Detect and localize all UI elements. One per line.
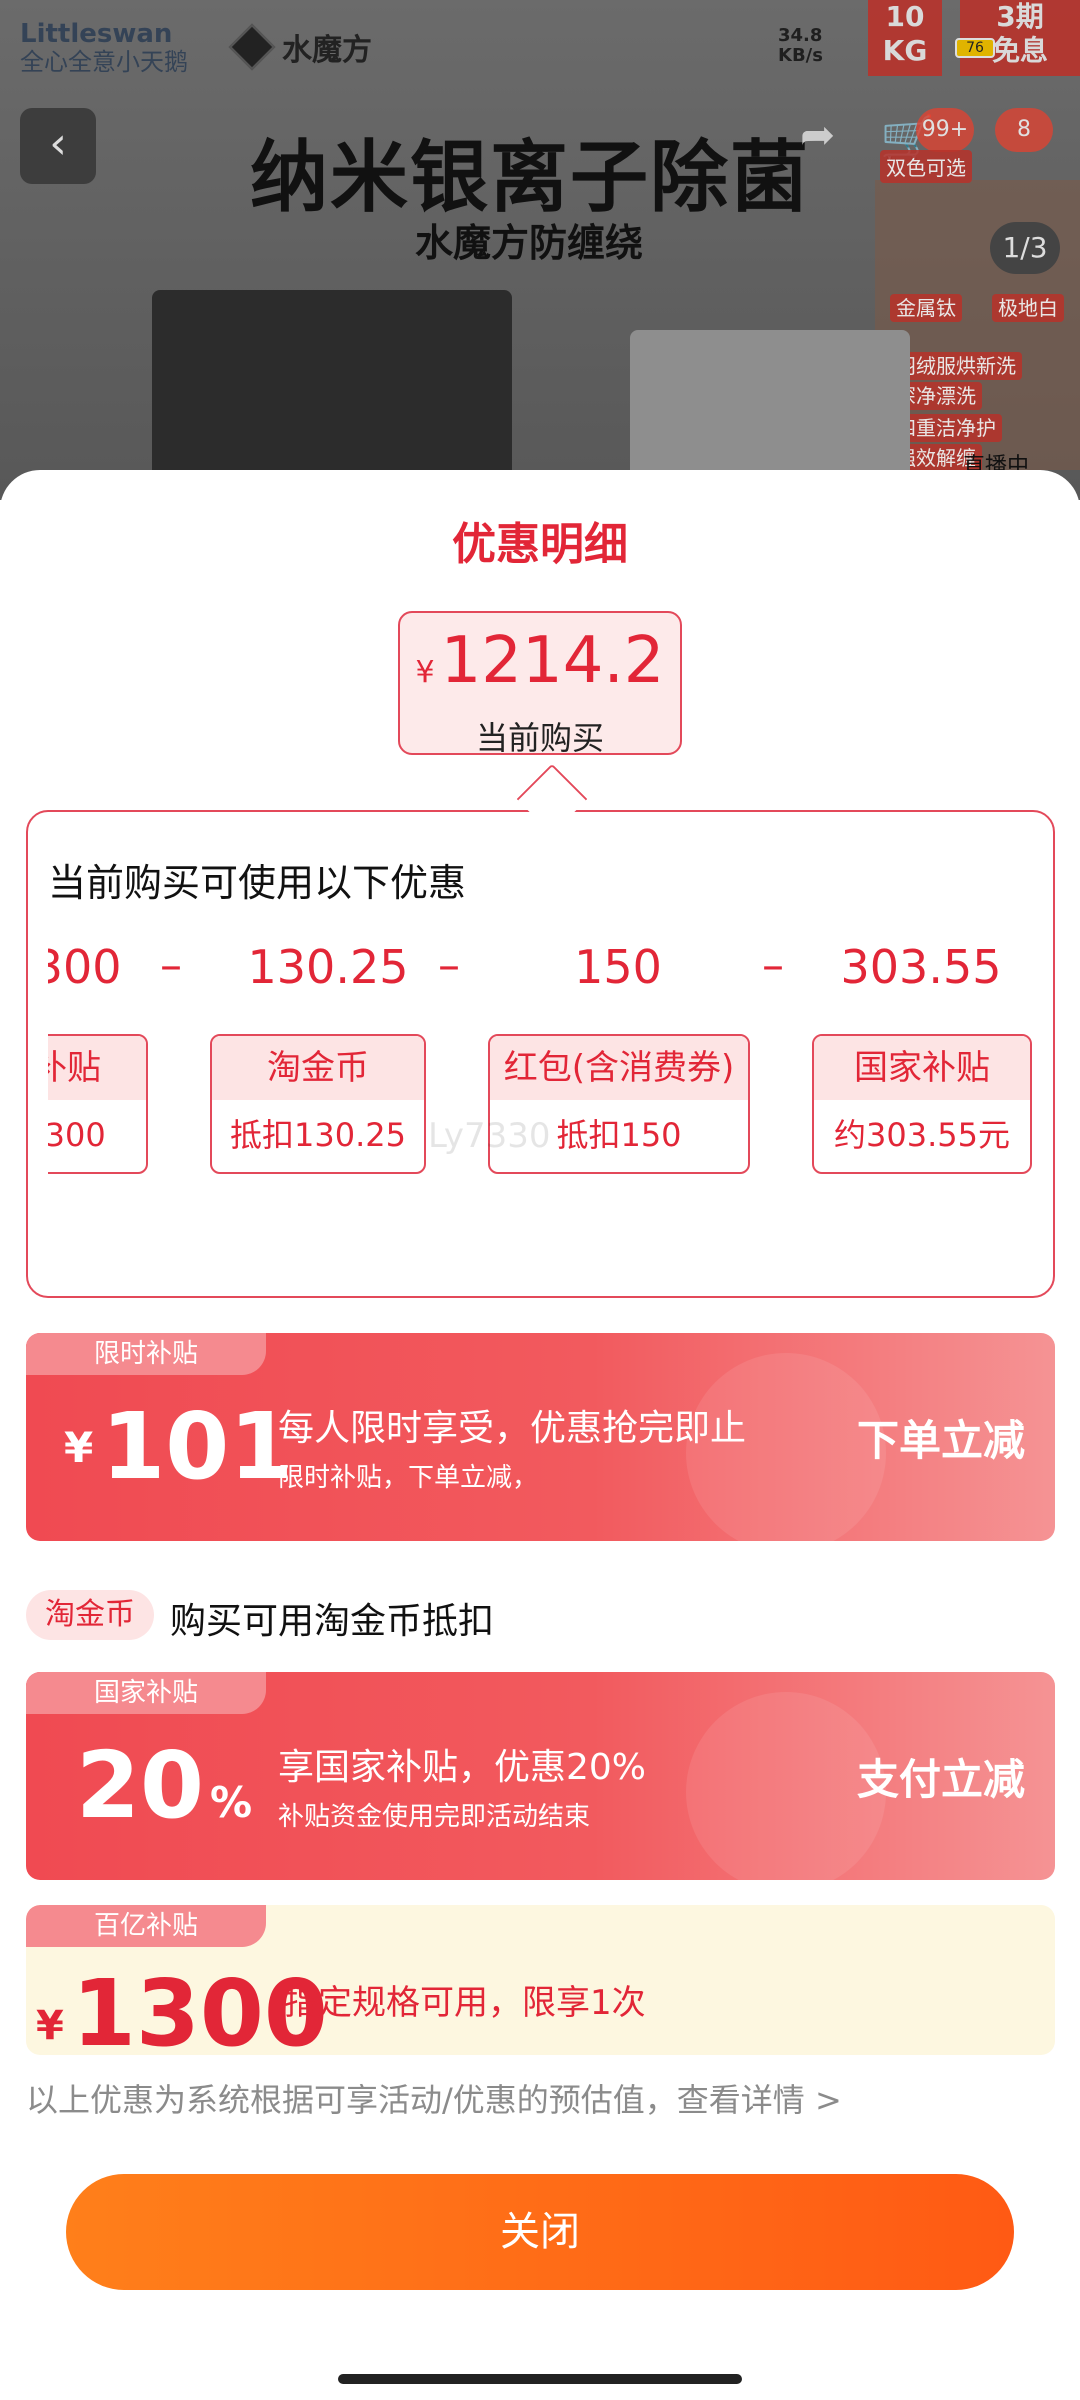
net-speed: 34.8 KB/s [778,25,823,66]
price-label: 当前购买 [475,719,604,757]
taojin-text: 购买可用淘金币抵扣 [170,1601,495,1642]
estimate-note-link[interactable]: 以上优惠为系统根据可享活动/优惠的预估值，查看详情 > [26,2075,842,2121]
discount-label: 国家补贴 [814,1036,1030,1100]
discount-label: 红包(含消费券) [490,1036,748,1100]
subsidy-amount: 20% [76,1732,252,1839]
currency-symbol: ¥ [64,1423,94,1472]
national-subsidy-card: 国家补贴 20% 享国家补贴，优惠20% 补贴资金使用完即活动结束 支付立减 [26,1672,1055,1880]
variant-label-2: 极地白 [992,292,1064,322]
cube-icon [228,23,276,71]
variant-labels: 双色可选 [880,150,972,183]
percent-sign: % [210,1778,253,1827]
back-button[interactable]: ‹ [20,108,96,184]
discount-value: 303.55 [840,940,1002,994]
product-headline: 纳米银离子除菌 [250,133,811,223]
brand-right-label: 水魔方 [282,33,372,68]
minus-sign: – [438,940,460,991]
discount-detail: 约303.55元 [834,1116,1010,1154]
close-button[interactable]: 关闭 [66,2174,1014,2290]
breakdown-title: 当前购买可使用以下优惠 [48,861,467,905]
discount-detail: 立减1300 [48,1116,106,1154]
product-image-dark [152,290,512,500]
discount-value: 150 [574,940,662,994]
card-tag: 国家补贴 [26,1672,266,1714]
card-tag: 限时补贴 [26,1333,266,1375]
discount-detail: 抵扣130.25 [230,1116,406,1154]
side-label: 极地白 [992,294,1064,322]
card-primary-text: 每人限时享受，优惠抢完即止 [278,1408,747,1449]
watermark: Ly7330 [428,1116,551,1156]
battery-icon: 76 [955,38,995,58]
promo-capacity-badge: 10 KG [868,0,942,76]
card-primary-text: 享国家补贴，优惠20% [278,1747,647,1788]
message-badge: 8 [995,108,1053,152]
currency-symbol: ¥ [415,655,435,690]
amount-value: 20 [76,1732,205,1839]
variant-label-1: 金属钛 [890,292,962,322]
card-secondary-text: 补贴资金使用完即活动结束 [278,1802,591,1832]
card-action-label: 支付立减 [856,1755,1025,1804]
side-label: 双色可选 [880,150,972,183]
current-price: ¥1214.2 [400,625,680,709]
card-primary-text: 指定规格可用，限享1次 [284,1983,646,2023]
discount-item-national: 国家补贴 约303.55元 [812,1034,1032,1174]
chevron-left-icon: ‹ [49,118,67,169]
cart-badge: 99+ [916,108,974,152]
discount-scroll-row[interactable]: 1300 百亿补贴 立减1300 – 130.25 淘金币 抵扣130.25 –… [48,940,1048,1180]
minus-sign: – [160,940,182,991]
discount-label: 百亿补贴 [48,1036,146,1100]
product-page-background: Littleswan 全心全意小天鹅 水魔方 34.8 KB/s 10 KG 3… [0,0,1080,500]
amount-value: 101 [101,1393,294,1500]
image-pager: 1/3 [990,222,1060,274]
sheet-title: 优惠明细 [452,519,628,570]
subsidy-amount: ¥101 [64,1393,293,1500]
side-label: 金属钛 [890,294,962,322]
discount-item-taojin: 淘金币 抵扣130.25 [210,1034,426,1174]
share-icon[interactable]: ➦ [800,110,868,178]
card-action-label: 下单立减 [856,1416,1025,1465]
price-value: 1214.2 [440,624,665,698]
discount-item-billion: 百亿补贴 立减1300 [48,1034,148,1174]
card-secondary-text: 限时补贴，下单立减， [278,1463,539,1493]
discount-label: 淘金币 [212,1036,424,1100]
taojin-tag: 淘金币 [26,1590,154,1640]
limited-subsidy-card: 限时补贴 ¥101 每人限时享受，优惠抢完即止 限时补贴，下单立减， 下单立减 [26,1333,1055,1541]
discount-value: 130.25 [247,940,409,994]
brand-slogan: 全心全意小天鹅 [20,48,188,76]
home-indicator[interactable] [338,2374,742,2384]
product-subline: 水魔方防缠绕 [415,221,644,265]
brand-logo-shuimofang: 水魔方 [228,23,372,71]
brand-name: Littleswan [20,19,173,49]
card-tag: 百亿补贴 [26,1905,266,1947]
current-price-box: ¥1214.2 当前购买 [398,611,682,757]
currency-symbol: ¥ [36,2003,64,2049]
billion-subsidy-card: 百亿补贴 ¥1300 指定规格可用，限享1次 [26,1905,1055,2055]
discount-value: 1300 [48,940,122,994]
brand-logo-littleswan: Littleswan 全心全意小天鹅 [20,20,188,76]
minus-sign: – [762,940,784,991]
